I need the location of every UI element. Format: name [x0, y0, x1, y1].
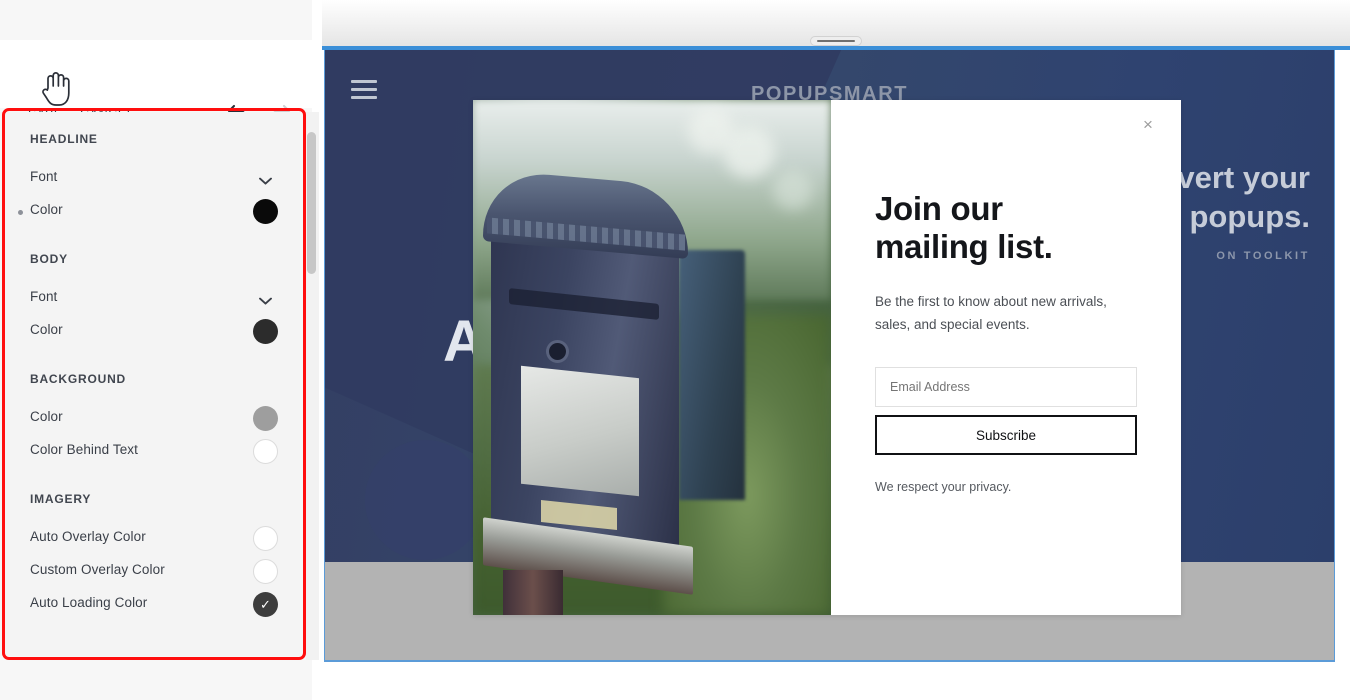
settings-row-label: Font: [30, 169, 58, 184]
settings-group-title: HEADLINE: [30, 132, 98, 146]
color-swatch[interactable]: [253, 406, 278, 431]
settings-row-label: Color Behind Text: [30, 442, 139, 457]
settings-row-label: Font: [30, 289, 58, 304]
close-icon[interactable]: ×: [1137, 114, 1159, 136]
photo-mailbox-post: [503, 570, 563, 615]
app-root: SAVE CANCEL HEADLINE Font Color BODY Font Col…: [0, 0, 1350, 700]
subscribe-button[interactable]: Subscribe: [875, 415, 1137, 455]
privacy-note: We respect your privacy.: [875, 480, 1012, 494]
color-swatch[interactable]: [253, 559, 278, 584]
settings-row[interactable]: Color: [0, 404, 300, 434]
settings-row-label: Custom Overlay Color: [30, 562, 165, 577]
settings-row-label: Color: [30, 322, 63, 337]
website-viewport: POPUPSMART A onvert your rt popups. ON T…: [324, 50, 1335, 662]
popup-body-text: Be the first to know about new arrivals,…: [875, 294, 1107, 333]
settings-row[interactable]: Auto Overlay Color: [0, 524, 300, 554]
color-swatch[interactable]: [253, 439, 278, 464]
settings-group-title: BACKGROUND: [30, 372, 126, 386]
selected-indicator-dot: [18, 210, 23, 215]
settings-row[interactable]: Color: [0, 317, 300, 347]
settings-row-label: Color: [30, 409, 63, 424]
device-speaker-grille: [810, 36, 862, 46]
photo-mailbox-plate: [521, 365, 639, 497]
color-swatch[interactable]: [253, 526, 278, 551]
style-settings-list: HEADLINE Font Color BODY Font Color BACKGROUND…: [0, 112, 300, 656]
checkbox-checked[interactable]: ✓: [253, 592, 278, 617]
chevron-down-icon[interactable]: [259, 172, 272, 185]
panel-scrollbar-thumb[interactable]: [307, 132, 316, 274]
popup-modal: × Join our mailing list. Be the first to …: [473, 100, 1181, 615]
photo-bokeh: [773, 170, 813, 210]
color-swatch[interactable]: [253, 319, 278, 344]
device-bezel: [322, 0, 1350, 48]
settings-row-label: Auto Overlay Color: [30, 529, 146, 544]
settings-row[interactable]: Color Behind Text: [0, 437, 300, 467]
settings-row-label: Auto Loading Color: [30, 595, 148, 610]
chevron-down-icon[interactable]: [259, 292, 272, 305]
email-input[interactable]: [875, 367, 1137, 407]
photo-second-mailbox: [679, 250, 745, 500]
photo-bokeh: [688, 108, 734, 154]
settings-row[interactable]: Font: [0, 164, 300, 194]
settings-row-label: Color: [30, 202, 63, 217]
check-icon: ✓: [260, 597, 271, 612]
settings-row[interactable]: Font: [0, 284, 300, 314]
popup-content: × Join our mailing list. Be the first to …: [831, 100, 1181, 615]
settings-row[interactable]: Color: [0, 197, 300, 227]
hero-blob-shape: [365, 440, 485, 560]
settings-group-title: BODY: [30, 252, 68, 266]
popup-headline: Join our mailing list.: [875, 190, 1053, 266]
editor-toolbar: SAVE CANCEL: [0, 40, 312, 123]
editor-panel: SAVE CANCEL HEADLINE Font Color BODY Font Col…: [0, 0, 319, 700]
settings-row[interactable]: Auto Loading Color ✓: [0, 590, 300, 620]
photo-mailbox-knob: [549, 343, 566, 360]
color-swatch[interactable]: [253, 199, 278, 224]
popup-image: [473, 100, 831, 615]
settings-row[interactable]: Custom Overlay Color: [0, 557, 300, 587]
device-preview-frame: POPUPSMART A onvert your rt popups. ON T…: [322, 0, 1350, 678]
settings-group-title: IMAGERY: [30, 492, 92, 506]
